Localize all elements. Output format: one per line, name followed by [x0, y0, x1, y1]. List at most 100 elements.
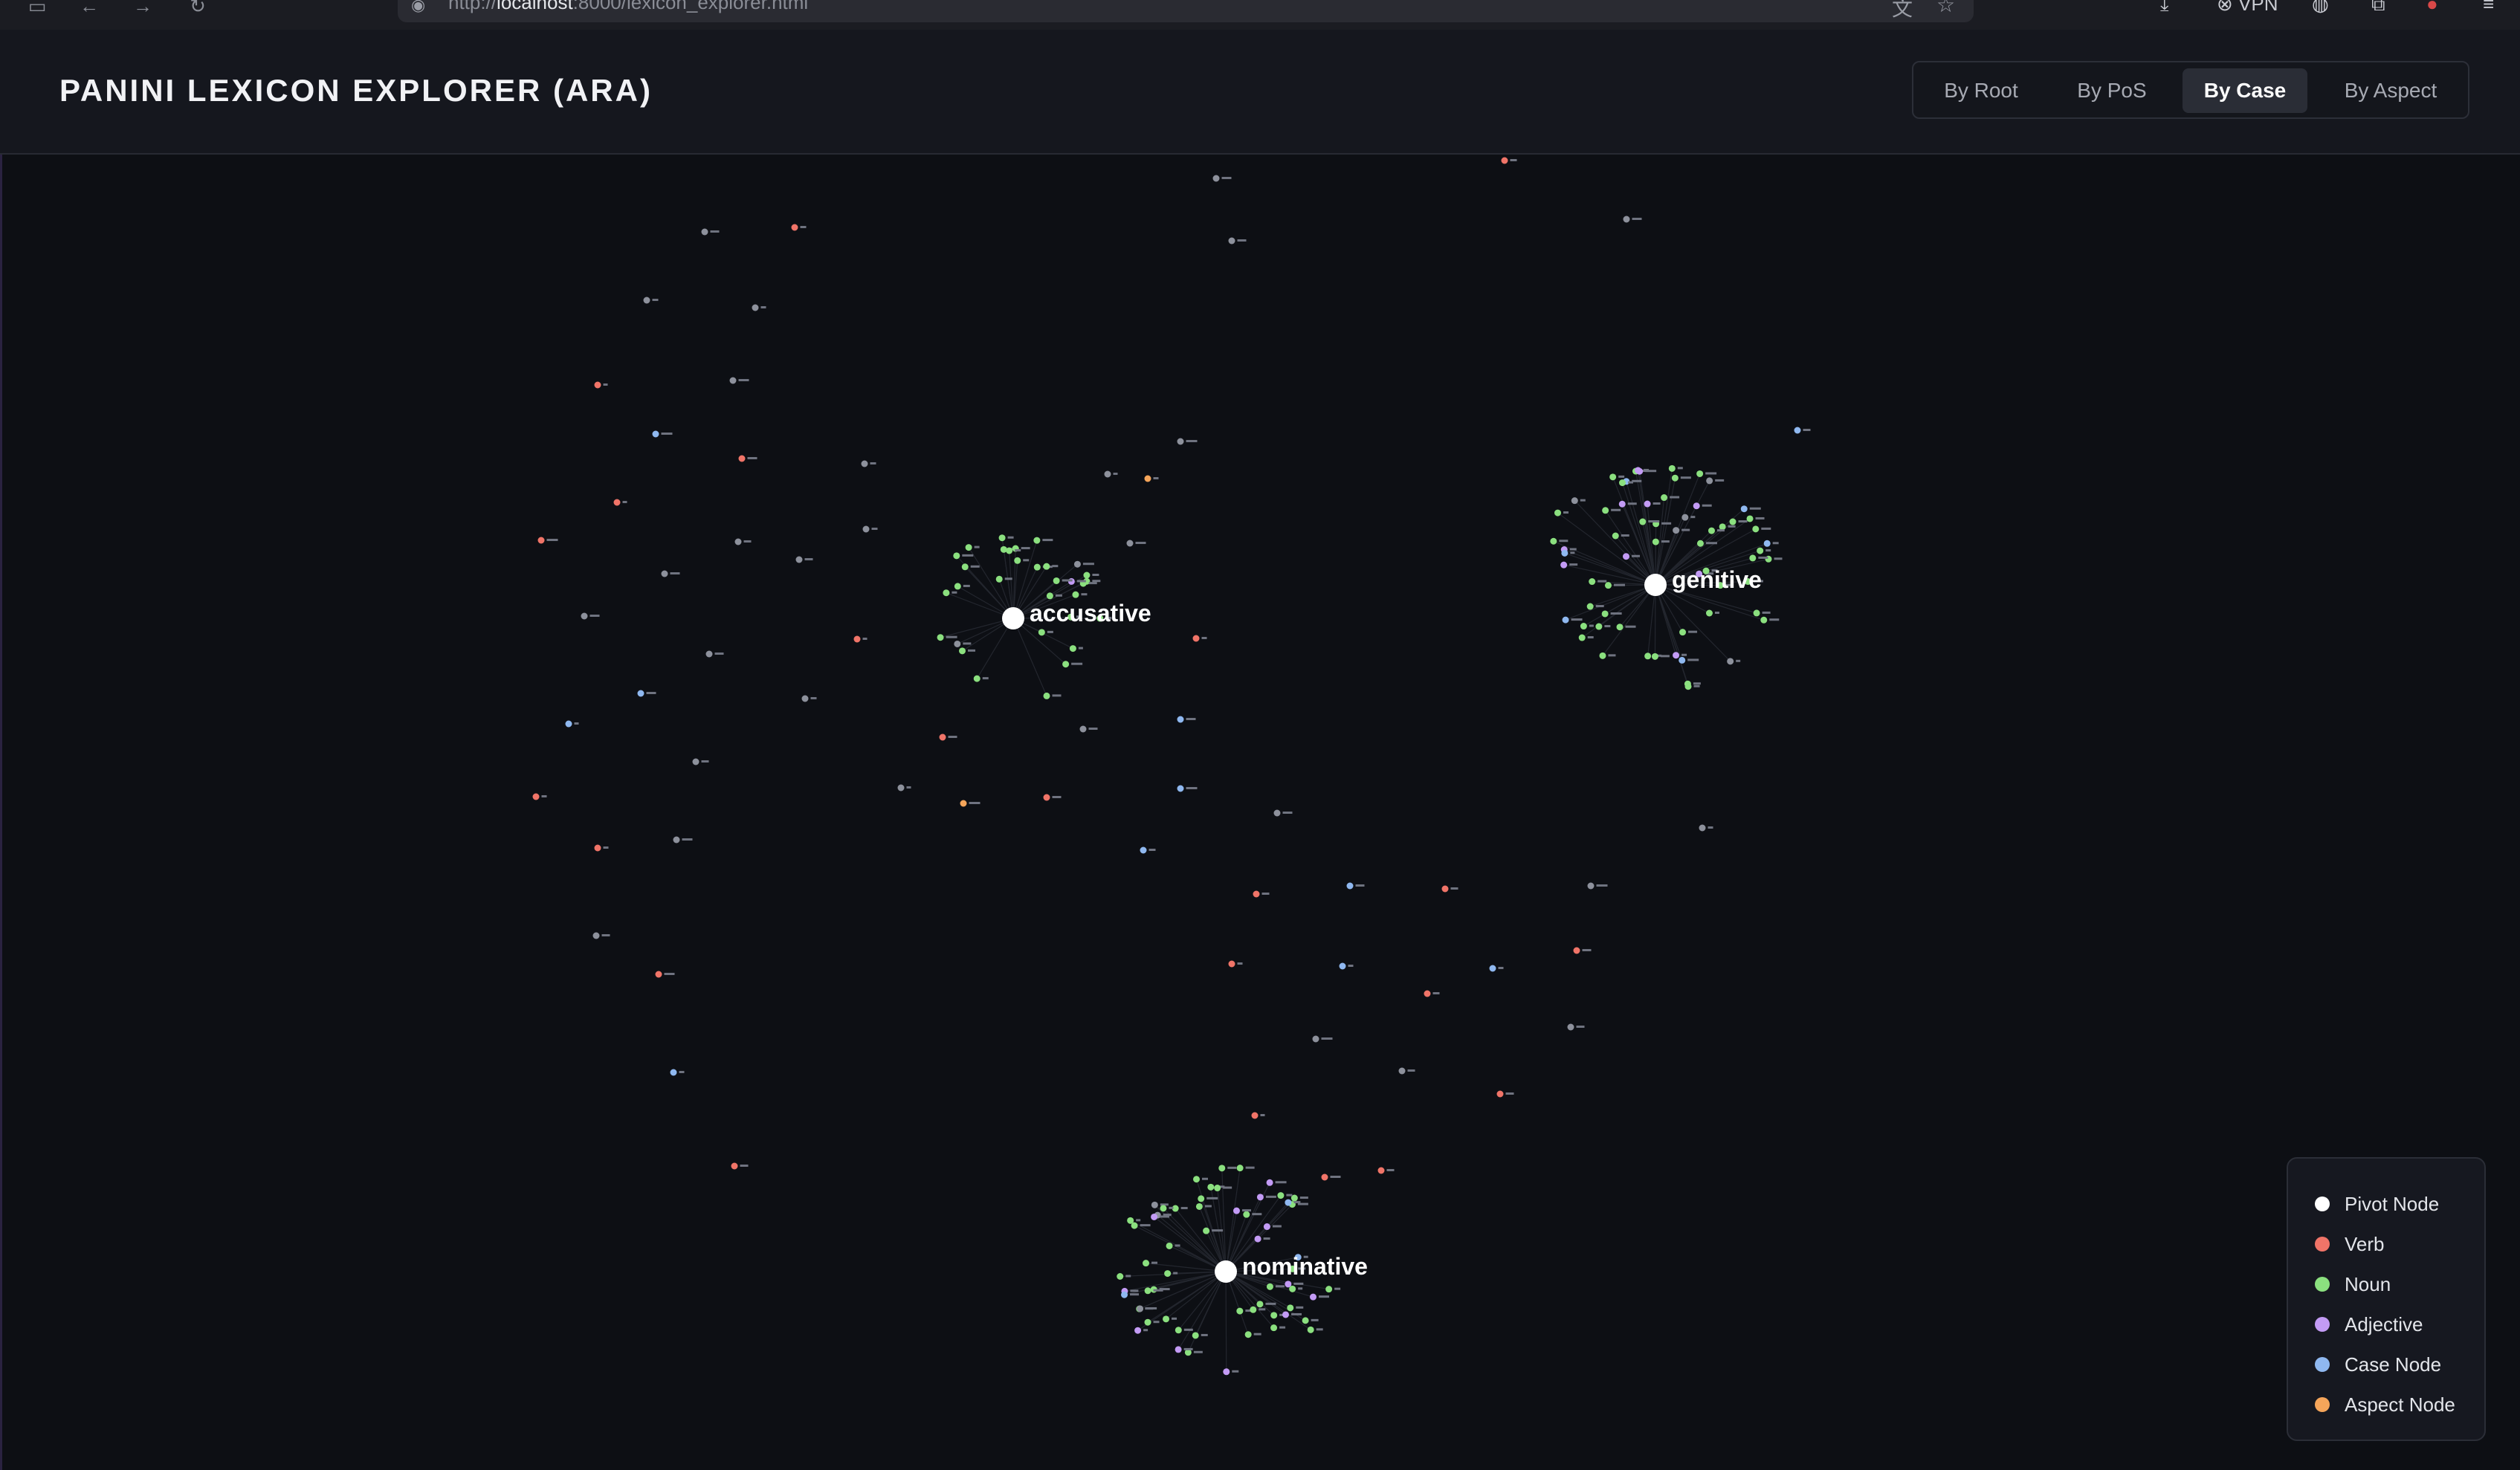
word-node[interactable] — [1496, 1090, 1504, 1098]
word-node[interactable] — [1053, 577, 1060, 584]
word-node[interactable] — [1287, 1304, 1294, 1312]
shield-extension-icon[interactable]: ● — [2426, 0, 2438, 16]
word-node[interactable] — [1134, 1327, 1142, 1334]
view-by-case-button[interactable]: By Case — [2183, 68, 2307, 113]
pivot-node-accusative[interactable] — [1002, 607, 1024, 629]
word-node[interactable] — [1144, 1287, 1151, 1295]
graph-svg[interactable]: accusative genitive nominative — [0, 155, 2520, 1470]
word-node[interactable] — [1612, 532, 1619, 540]
word-node[interactable] — [752, 304, 759, 311]
word-node[interactable] — [1244, 1331, 1252, 1338]
word-node[interactable] — [1073, 560, 1081, 568]
word-node[interactable] — [1578, 634, 1586, 641]
word-node[interactable] — [1223, 1368, 1230, 1376]
word-node[interactable] — [1144, 475, 1151, 482]
word-node[interactable] — [1175, 1346, 1182, 1353]
word-node[interactable] — [1212, 175, 1220, 182]
word-node[interactable] — [1561, 549, 1568, 557]
word-node[interactable] — [613, 499, 621, 506]
word-node[interactable] — [1256, 1194, 1264, 1201]
word-node[interactable] — [1151, 1201, 1158, 1208]
word-node[interactable] — [1618, 479, 1626, 487]
word-node[interactable] — [1671, 474, 1679, 482]
word-node[interactable] — [1043, 692, 1050, 699]
word-node[interactable] — [1263, 1223, 1270, 1231]
word-node[interactable] — [1164, 1270, 1172, 1278]
word-node[interactable] — [1175, 1327, 1182, 1334]
word-node[interactable] — [1609, 473, 1617, 481]
word-node[interactable] — [1266, 1283, 1273, 1290]
word-node[interactable] — [734, 538, 742, 545]
word-node[interactable] — [1763, 540, 1771, 547]
word-node[interactable] — [937, 634, 944, 641]
word-node[interactable] — [1550, 537, 1557, 545]
word-node[interactable] — [1601, 610, 1609, 618]
word-node[interactable] — [961, 563, 969, 571]
word-node[interactable] — [643, 297, 650, 304]
word-node[interactable] — [1554, 509, 1562, 517]
word-node[interactable] — [995, 575, 1003, 583]
word-node[interactable] — [1126, 540, 1134, 547]
word-node[interactable] — [1586, 603, 1594, 610]
word-node[interactable] — [1043, 794, 1050, 801]
sidebar-toggle-icon[interactable]: ▭ — [27, 0, 48, 12]
word-node[interactable] — [1644, 653, 1652, 660]
word-node[interactable] — [1339, 962, 1346, 970]
word-node[interactable] — [1117, 1273, 1124, 1280]
word-node[interactable] — [1192, 1332, 1199, 1339]
word-node[interactable] — [801, 695, 809, 702]
word-node[interactable] — [1346, 882, 1354, 890]
word-node[interactable] — [1312, 1035, 1319, 1043]
word-node[interactable] — [853, 635, 861, 643]
word-node[interactable] — [1137, 1305, 1144, 1312]
word-node[interactable] — [973, 675, 980, 682]
word-node[interactable] — [1282, 1311, 1290, 1318]
word-node[interactable] — [1719, 523, 1726, 531]
graph-canvas[interactable]: accusative genitive nominative — [0, 155, 2520, 1470]
forward-icon[interactable]: → — [132, 0, 153, 12]
word-node[interactable] — [1699, 824, 1706, 832]
view-by-pos-button[interactable]: By PoS — [2056, 68, 2168, 113]
word-node[interactable] — [1127, 1217, 1134, 1224]
word-node[interactable] — [1377, 1167, 1385, 1174]
word-node[interactable] — [1277, 1192, 1285, 1199]
word-node[interactable] — [1693, 502, 1700, 510]
word-node[interactable] — [729, 377, 737, 384]
word-node[interactable] — [565, 720, 572, 728]
word-node[interactable] — [1325, 1286, 1333, 1293]
word-node[interactable] — [1232, 1207, 1240, 1214]
word-node[interactable] — [652, 430, 659, 438]
word-node[interactable] — [592, 932, 600, 939]
word-node[interactable] — [670, 1069, 677, 1076]
word-node[interactable] — [1273, 809, 1281, 817]
word-node[interactable] — [1673, 527, 1680, 534]
word-node[interactable] — [1046, 592, 1053, 600]
word-node[interactable] — [1580, 623, 1587, 630]
word-node[interactable] — [1673, 652, 1680, 659]
word-node[interactable] — [637, 690, 644, 697]
pivot-node-genitive[interactable] — [1644, 574, 1667, 596]
word-node[interactable] — [1623, 553, 1630, 560]
word-node[interactable] — [1398, 1067, 1406, 1075]
word-node[interactable] — [1033, 563, 1041, 571]
word-node[interactable] — [1639, 518, 1647, 525]
menu-icon[interactable]: ≡ — [2483, 0, 2494, 16]
word-node[interactable] — [701, 228, 708, 236]
word-node[interactable] — [1166, 1242, 1173, 1249]
word-node[interactable] — [1033, 537, 1041, 544]
word-node[interactable] — [1679, 629, 1687, 636]
word-node[interactable] — [1441, 885, 1449, 893]
site-info-icon[interactable]: ◉ — [411, 0, 429, 14]
word-node[interactable] — [1307, 1326, 1314, 1333]
word-node[interactable] — [1749, 554, 1757, 562]
word-node[interactable] — [1760, 616, 1768, 624]
word-node[interactable] — [1198, 1195, 1205, 1202]
word-node[interactable] — [1424, 990, 1431, 997]
word-node[interactable] — [1560, 561, 1568, 569]
word-node[interactable] — [1236, 1307, 1244, 1315]
word-node[interactable] — [1193, 1176, 1201, 1183]
word-node[interactable] — [1562, 616, 1569, 624]
word-node[interactable] — [998, 534, 1006, 542]
word-node[interactable] — [1043, 563, 1050, 570]
word-node[interactable] — [1309, 1293, 1316, 1301]
